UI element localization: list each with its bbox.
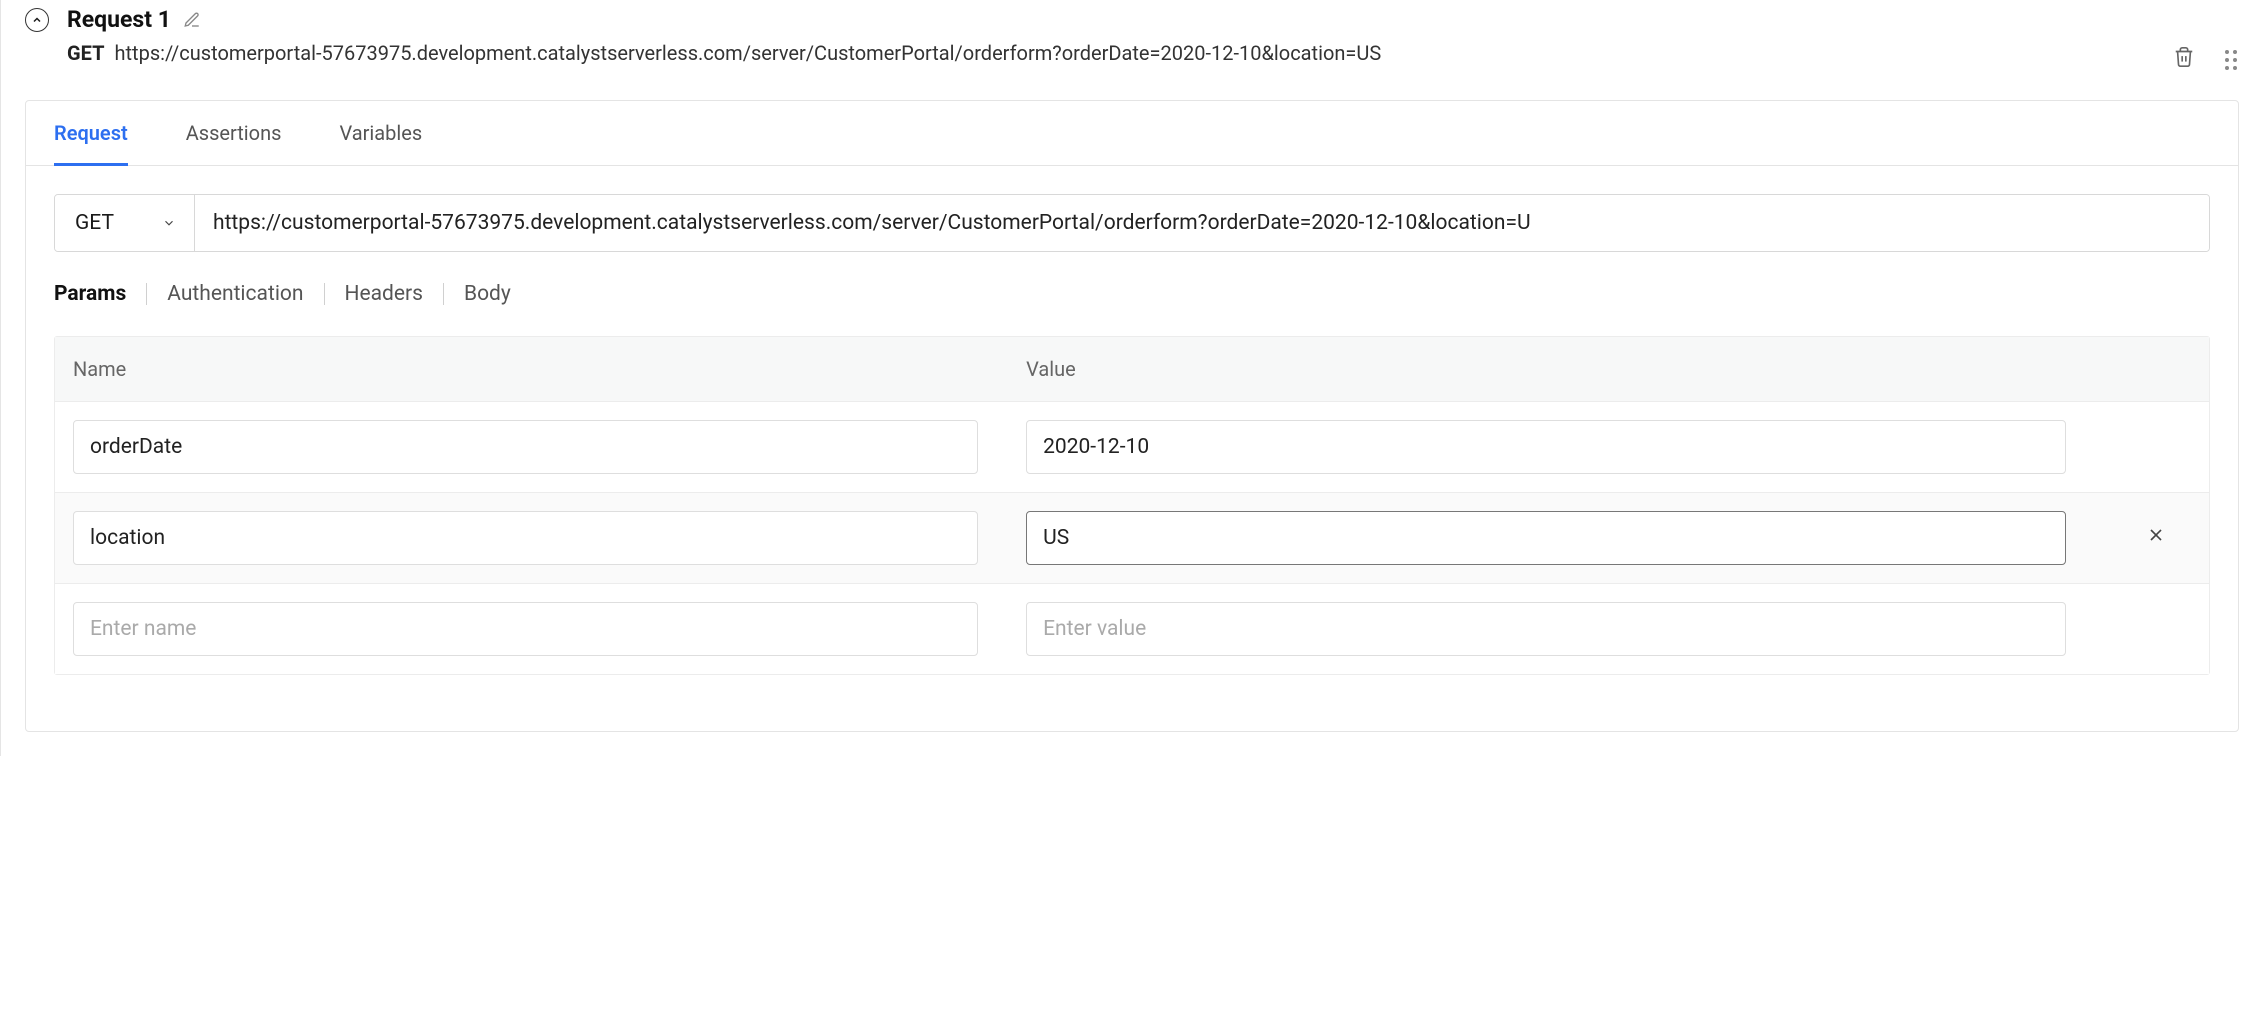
tab-assertions[interactable]: Assertions bbox=[186, 101, 282, 166]
close-icon bbox=[2146, 525, 2166, 545]
param-name-input[interactable] bbox=[73, 420, 978, 474]
params-head-name: Name bbox=[73, 357, 1026, 381]
param-name-input[interactable] bbox=[73, 602, 978, 656]
subtab-body[interactable]: Body bbox=[444, 282, 531, 306]
request-title: Request 1 bbox=[67, 6, 171, 33]
url-input[interactable] bbox=[195, 195, 2209, 251]
param-value-input[interactable] bbox=[1026, 420, 2066, 474]
collapse-toggle[interactable] bbox=[25, 8, 49, 32]
table-row bbox=[55, 493, 2209, 584]
params-table: Name Value bbox=[54, 336, 2210, 675]
tab-variables[interactable]: Variables bbox=[339, 101, 422, 166]
drag-handle[interactable] bbox=[2223, 49, 2239, 71]
request-card: Request Assertions Variables GET Params … bbox=[25, 100, 2239, 732]
edit-title-button[interactable] bbox=[183, 11, 201, 29]
delete-request-button[interactable] bbox=[2173, 46, 2195, 74]
main-tabs: Request Assertions Variables bbox=[26, 101, 2238, 166]
subtab-authentication[interactable]: Authentication bbox=[147, 282, 323, 306]
params-table-header: Name Value bbox=[55, 337, 2209, 402]
param-name-input[interactable] bbox=[73, 511, 978, 565]
chevron-down-icon bbox=[162, 216, 176, 230]
param-value-input[interactable] bbox=[1026, 511, 2066, 565]
url-bar: GET bbox=[54, 194, 2210, 252]
subtab-params[interactable]: Params bbox=[54, 282, 146, 306]
trash-icon bbox=[2173, 46, 2195, 68]
method-select[interactable]: GET bbox=[55, 195, 195, 251]
header-url-text: https://customerportal-57673975.developm… bbox=[114, 41, 1381, 65]
request-subtabs: Params Authentication Headers Body bbox=[54, 282, 2210, 306]
chevron-up-icon bbox=[31, 14, 43, 26]
tab-request[interactable]: Request bbox=[54, 101, 128, 166]
table-row bbox=[55, 402, 2209, 493]
request-header: Request 1 GET https://customerportal-576… bbox=[25, 0, 2239, 74]
pencil-icon bbox=[183, 11, 201, 29]
table-row bbox=[55, 584, 2209, 674]
delete-param-button[interactable] bbox=[2146, 525, 2166, 551]
header-method-label: GET bbox=[67, 41, 104, 65]
param-value-input[interactable] bbox=[1026, 602, 2066, 656]
params-head-value: Value bbox=[1026, 357, 2121, 381]
method-select-value: GET bbox=[75, 211, 114, 235]
subtab-headers[interactable]: Headers bbox=[325, 282, 443, 306]
